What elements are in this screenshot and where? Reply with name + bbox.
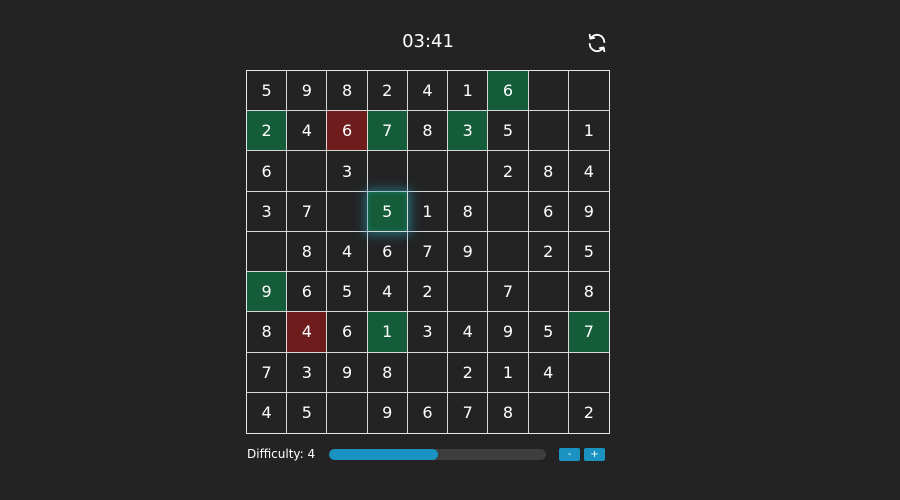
board-cell[interactable]: 3: [448, 111, 489, 152]
difficulty-label: Difficulty: 4: [247, 447, 316, 461]
board-cell[interactable]: 8: [247, 312, 288, 353]
board-cell[interactable]: 2: [488, 151, 529, 192]
board-cell[interactable]: 3: [247, 191, 288, 232]
increase-difficulty-button[interactable]: +: [584, 448, 605, 461]
board-cell[interactable]: [528, 272, 569, 313]
board-cell[interactable]: 3: [287, 352, 328, 393]
board-cell[interactable]: 1: [448, 71, 489, 112]
board-cell[interactable]: 4: [528, 352, 569, 393]
board-cell[interactable]: 2: [407, 272, 449, 313]
board-cell[interactable]: 4: [327, 231, 368, 273]
board-cell[interactable]: 2: [367, 71, 408, 112]
board-cell[interactable]: [528, 111, 569, 152]
board-cell[interactable]: 6: [367, 231, 408, 273]
refresh-icon: [586, 32, 608, 54]
board-cell[interactable]: 9: [488, 312, 529, 353]
board-cell[interactable]: [407, 151, 449, 192]
board-cell[interactable]: 8: [488, 392, 529, 433]
board-cell[interactable]: 4: [448, 312, 489, 353]
board-cell[interactable]: 4: [287, 312, 328, 353]
board-cell[interactable]: 5: [528, 312, 569, 353]
board-cell[interactable]: 7: [448, 392, 489, 433]
board-cell[interactable]: [488, 191, 529, 232]
board-cell[interactable]: [529, 392, 569, 433]
timer-display: 03:41: [402, 31, 454, 52]
board-cell[interactable]: 4: [247, 392, 288, 433]
restart-button[interactable]: [586, 32, 608, 54]
board-cell[interactable]: 6: [528, 191, 569, 232]
board-cell[interactable]: 4: [568, 151, 609, 192]
board-cell[interactable]: 5: [568, 232, 609, 273]
board-cell[interactable]: 9: [448, 231, 489, 273]
board-cell[interactable]: [568, 71, 609, 112]
board-cell[interactable]: 1: [568, 111, 609, 152]
board-cell[interactable]: [528, 71, 569, 112]
board-cell[interactable]: 4: [407, 71, 449, 112]
sudoku-board: 5982416246783516328437518698467925965427…: [246, 70, 610, 434]
board-cell[interactable]: 1: [367, 312, 408, 353]
board-cell[interactable]: 6: [327, 312, 368, 353]
board-cell[interactable]: [327, 392, 368, 433]
board-cell[interactable]: 3: [407, 312, 449, 353]
decrease-difficulty-button[interactable]: -: [559, 448, 580, 461]
board-cell[interactable]: [488, 231, 529, 273]
board-cell[interactable]: 8: [448, 191, 489, 232]
board-cell[interactable]: 7: [407, 231, 449, 273]
board-cell[interactable]: 9: [247, 272, 288, 313]
board-cell[interactable]: 6: [287, 272, 328, 313]
board-cell[interactable]: 2: [247, 111, 288, 152]
board-cell[interactable]: [327, 191, 368, 232]
board-cell[interactable]: 7: [488, 272, 529, 313]
board-cell[interactable]: [568, 353, 609, 393]
board-cell[interactable]: [367, 151, 408, 192]
board-cell[interactable]: 9: [568, 192, 609, 232]
board-cell[interactable]: [448, 151, 489, 192]
board-cell[interactable]: 4: [287, 111, 328, 152]
board-cell[interactable]: [247, 231, 288, 273]
board-cell[interactable]: 9: [368, 392, 408, 433]
board-cell[interactable]: 1: [488, 352, 529, 393]
board-cell[interactable]: 4: [367, 272, 408, 313]
board-cell[interactable]: 8: [528, 151, 569, 192]
board-cell[interactable]: 2: [448, 352, 489, 393]
board-cell[interactable]: 8: [327, 71, 368, 112]
board-cell[interactable]: 6: [247, 151, 288, 192]
board-cell[interactable]: 8: [568, 272, 609, 313]
board-cell[interactable]: [287, 151, 328, 192]
board-cell[interactable]: 1: [407, 191, 449, 232]
board-cell[interactable]: 8: [367, 352, 408, 393]
board-cell[interactable]: 2: [569, 393, 609, 433]
board-cell[interactable]: 7: [568, 312, 609, 353]
board-cell[interactable]: 3: [327, 151, 368, 192]
difficulty-slider[interactable]: [329, 449, 546, 460]
board-cell[interactable]: 5: [488, 111, 529, 152]
board-cell[interactable]: 7: [367, 111, 408, 152]
board-cell[interactable]: 8: [407, 111, 449, 152]
difficulty-slider-fill: [329, 449, 438, 460]
board-cell[interactable]: 9: [287, 71, 328, 112]
board-cell[interactable]: 5: [367, 191, 408, 232]
board-cell[interactable]: 7: [247, 352, 288, 393]
board-cell[interactable]: 6: [408, 392, 449, 433]
board-cell[interactable]: 9: [327, 352, 368, 393]
board-cell[interactable]: 7: [287, 191, 328, 232]
board-cell[interactable]: 6: [327, 111, 368, 152]
board-cell[interactable]: [407, 352, 449, 393]
board-cell[interactable]: 5: [247, 71, 288, 112]
board-cell[interactable]: 2: [528, 231, 569, 273]
board-cell[interactable]: 5: [287, 392, 328, 433]
board-cell[interactable]: 5: [327, 272, 368, 313]
board-cell[interactable]: 6: [488, 71, 529, 112]
board-cell[interactable]: 8: [287, 231, 328, 273]
board-cell[interactable]: [448, 272, 489, 313]
